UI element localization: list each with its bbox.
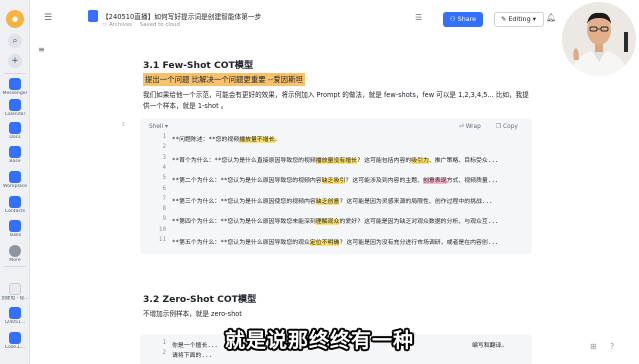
- wrap-button[interactable]: ⏎ Wrap: [459, 124, 481, 130]
- wrap-icon: ⏎: [459, 124, 466, 130]
- breadcrumb-archives[interactable]: Archives: [109, 22, 132, 28]
- bell-icon[interactable]: 🔔︎: [546, 13, 556, 22]
- code-text: **问题陈述：**您的视频: [172, 137, 240, 143]
- code-block: Shell ▾ ⏎ Wrap ❐ Copy 1 **问题陈述：**您的视频播放量不…: [140, 118, 532, 254]
- line-number: 10: [158, 226, 166, 233]
- outline-icon[interactable]: ≡: [38, 45, 45, 54]
- messenger-icon: [9, 78, 21, 90]
- code-text: 的爱好? 这可能是因为缺乏对观众数据的分析、与观众互...: [339, 219, 499, 226]
- line-number: 11: [158, 237, 166, 243]
- folder-icon: ▭: [102, 22, 108, 28]
- more-icon: [9, 245, 21, 257]
- code-language-select[interactable]: Shell ▾: [149, 124, 168, 130]
- section-heading-3-1: 3.1 Few-Shot COT模型: [143, 60, 254, 71]
- copy-icon: ❐: [496, 124, 504, 130]
- tasks-icon: [9, 220, 21, 232]
- presenter-webcam: [562, 2, 636, 76]
- section-heading-3-2: 3.2 Zero-Shot COT模型: [143, 294, 257, 305]
- comment-icon[interactable]: ☰: [415, 13, 422, 22]
- code-highlight: 缺乏吸引: [321, 178, 346, 185]
- rail-item-contacts[interactable]: Contacts: [0, 196, 30, 215]
- rail-item-calendar[interactable]: Calendar: [0, 99, 30, 118]
- document-icon: [88, 10, 98, 22]
- rail-item-workplace[interactable]: Workplace: [0, 171, 30, 190]
- line-number: 7: [162, 195, 166, 202]
- code-line: **首个为什么：**您认为是什么直接原因导致您的视频播放量没有增长? 这可能包括…: [172, 155, 532, 164]
- contacts-icon: [9, 196, 21, 208]
- code-text: 方式、视频质量...: [446, 178, 499, 185]
- doc-icon: [9, 283, 21, 295]
- code-line: **第三个为什么：**您认为是什么原因使您的视频内容缺乏创意? 这可能是因为灵感…: [172, 196, 532, 205]
- line-number: 5: [162, 175, 166, 182]
- line-number: 3: [162, 154, 166, 161]
- video-subtitle: 就是说那终终有一种: [225, 328, 414, 352]
- rail-item-tasks[interactable]: Tasks: [0, 220, 30, 239]
- code-highlight: 吸引力: [411, 157, 429, 164]
- rail-item-messenger[interactable]: Messenger: [0, 78, 30, 97]
- code-highlight: 缺乏创意: [315, 198, 340, 205]
- code-text: **第五个为什么：**您认为是什么原因导致您的观众: [172, 240, 310, 246]
- calendar-icon: [9, 99, 21, 111]
- user-add-icon: ⚇: [449, 15, 458, 23]
- rail-recent-1[interactable]: 创建电 - 提...: [0, 283, 30, 302]
- code-highlight: 播放量没有增长: [315, 157, 358, 164]
- rail-item-base[interactable]: Base: [0, 146, 30, 165]
- rail-divider: [4, 73, 26, 74]
- code-text: ? 这可能涉及到内容的主题、: [345, 178, 424, 185]
- docs-icon: [9, 122, 21, 134]
- presenter-image: [562, 2, 636, 76]
- search-icon[interactable]: ⌕: [8, 34, 22, 48]
- paragraph-few-shot: 我们如果给他一个示范，可能会有更好的效果，将示例加入 Prompt 的做法，就是…: [143, 91, 529, 110]
- drag-handle-icon[interactable]: ⁝⁝: [122, 121, 125, 128]
- workplace-icon: [9, 171, 21, 183]
- document-title: 【240510直播】如何写好提示词是创建智能体第一步: [102, 13, 262, 21]
- code-text: 、推广策略、目标受众...: [428, 157, 499, 164]
- code-highlight: 创意表现: [423, 178, 447, 185]
- copy-button[interactable]: ❐ Copy: [496, 124, 518, 130]
- rail-item-more[interactable]: More: [0, 245, 30, 264]
- code-highlight: 理解观众: [315, 219, 340, 226]
- code-text: ? 这可能是因为灵感来源的局限性、创作过程中的挑战...: [339, 198, 493, 205]
- highlighted-quote: 提出一个问题 比解决一个问题更重要 --爱因斯坦: [143, 73, 305, 86]
- code-text: **第三个为什么：**您认为是什么原因使您的视频内容: [172, 198, 316, 205]
- paragraph-zero-shot: 不增加示例样本，就是 zero-shot: [143, 310, 242, 318]
- app-rail: ● ⌕ + Messenger Calendar Docs Base Workp…: [0, 0, 30, 364]
- line-number: 8: [162, 206, 166, 213]
- code-line: **第五个为什么：**您认为是什么原因导致您的观众定位不明确? 这可能是因为没有…: [172, 237, 532, 246]
- user-avatar[interactable]: ●: [6, 10, 24, 28]
- line-number: 1: [162, 134, 166, 140]
- code-text: **第二个为什么：**您认为是什么原因导致您的视频内容: [172, 178, 322, 185]
- line-number: 2: [162, 144, 166, 151]
- code-text: **首个为什么：**您认为是什么直接原因导致您的视频: [172, 157, 316, 164]
- code-highlight: 播放量不增长: [239, 137, 275, 143]
- code-line: **问题陈述：**您的视频播放量不增长。: [172, 134, 532, 143]
- line-number: 4: [162, 164, 166, 171]
- add-icon[interactable]: +: [8, 54, 22, 68]
- code-line: **第二个为什么：**您认为是什么原因导致您的视频内容缺乏吸引? 这可能涉及到内…: [172, 175, 532, 185]
- top-bar: ☰ 【240510直播】如何写好提示词是创建智能体第一步 ▭ Archives S…: [30, 0, 639, 36]
- code-highlight: 定位不明确: [309, 240, 340, 246]
- breadcrumb: ▭ Archives Saved to cloud: [102, 22, 180, 28]
- saved-status: Saved to cloud: [139, 22, 180, 28]
- code-text: ? 这可能包括内容的: [357, 157, 412, 164]
- chevron-down-icon: ▾: [530, 15, 536, 23]
- line-number: 9: [162, 216, 166, 223]
- editing-mode-dropdown[interactable]: ✎ Editing ▾: [494, 12, 544, 27]
- code-text: ? 这可能是因为没有充分进行市场调研，或者是在内容创...: [339, 240, 499, 246]
- rail-item-docs[interactable]: Docs: [0, 122, 30, 141]
- menu-icon[interactable]: ☰: [44, 13, 52, 23]
- line-number: 6: [162, 185, 166, 192]
- base-icon: [9, 146, 21, 158]
- rail-divider: [4, 266, 26, 267]
- code-text: **第四个为什么：**您认为是什么原因导致您未能深刻: [172, 219, 316, 226]
- share-button[interactable]: ⚇ Share: [443, 12, 483, 27]
- code-text: 。: [274, 137, 281, 143]
- doc-icon: [9, 307, 21, 319]
- code-line: **第四个为什么：**您认为是什么原因导致您未能深刻理解观众的爱好? 这可能是因…: [172, 216, 532, 226]
